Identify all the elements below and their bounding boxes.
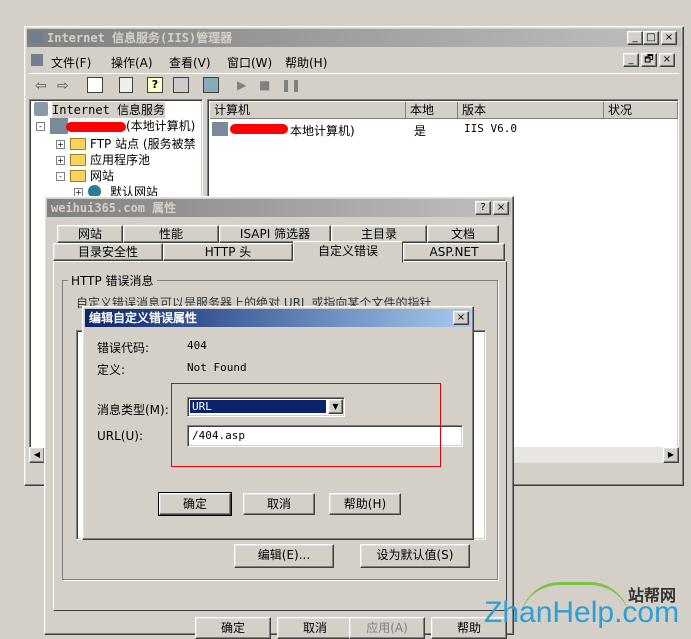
row-server-icon: [212, 122, 228, 136]
tree-expander-computer[interactable]: -: [36, 122, 45, 131]
tree-expander-websites[interactable]: -: [56, 172, 65, 181]
scroll-right-icon[interactable]: ▶: [663, 447, 679, 463]
iis-root-icon: [34, 102, 48, 116]
tab-documents[interactable]: 文档: [427, 225, 499, 243]
tab-custom-errors[interactable]: 自定义错误: [293, 241, 403, 263]
tab-directory-security[interactable]: 目录安全性: [53, 243, 163, 261]
col-header-version[interactable]: 版本: [458, 102, 604, 119]
row-redaction-mark: [230, 124, 288, 134]
highlight-box: [171, 383, 441, 467]
menu-view[interactable]: 查看(V): [169, 54, 211, 71]
col-header-status[interactable]: 状况: [604, 102, 678, 119]
col-header-local[interactable]: 本地: [406, 102, 458, 119]
col-header-computer[interactable]: 计算机: [210, 102, 406, 119]
edit-help-button[interactable]: 帮助(H): [329, 493, 401, 515]
set-default-button[interactable]: 设为默认值(S): [360, 544, 470, 568]
ftp-folder-icon: [70, 138, 86, 150]
menu-file[interactable]: 文件(F): [51, 54, 91, 71]
url-label: URL(U):: [97, 429, 143, 443]
app-icon: [30, 31, 43, 44]
pause-icon[interactable]: ❚❚: [281, 78, 301, 92]
row-computer[interactable]: 本地计算机): [290, 122, 355, 139]
definition-value: Not Found: [187, 361, 247, 374]
tree-root[interactable]: Internet 信息服务: [52, 102, 166, 118]
forward-icon[interactable]: ⇨: [57, 78, 69, 94]
row-version: IIS V6.0: [464, 122, 517, 135]
websites-folder-icon: [70, 170, 86, 182]
main-title: Internet 信息服务(IIS)管理器: [47, 31, 233, 45]
props-ok-button[interactable]: 确定: [195, 617, 271, 639]
edit-title: 编辑自定义错误属性: [89, 311, 198, 325]
edit-cancel-button[interactable]: 取消: [243, 493, 315, 515]
error-code-value: 404: [187, 339, 207, 352]
back-icon[interactable]: ⇦: [35, 78, 47, 94]
menu-bar: 文件(F) 操作(A) 查看(V) 窗口(W) 帮助(H) _ 🗗 ×: [29, 51, 679, 71]
export-icon[interactable]: [119, 77, 133, 93]
props-apply-button[interactable]: 应用(A): [349, 617, 425, 639]
stop-icon[interactable]: ■: [259, 78, 270, 92]
menu-window[interactable]: 窗口(W): [227, 54, 272, 71]
main-title-bar: Internet 信息服务(IIS)管理器: [27, 29, 681, 47]
tree-apppools[interactable]: 应用程序池: [90, 152, 150, 168]
props-cancel-button[interactable]: 取消: [277, 617, 353, 639]
minimize-button[interactable]: _: [627, 31, 643, 45]
edit-title-bar: 编辑自定义错误属性: [85, 309, 471, 327]
row-local: 是: [414, 124, 427, 138]
tab-http-headers[interactable]: HTTP 头: [163, 243, 293, 261]
edit-close-button[interactable]: ×: [453, 311, 469, 325]
http-errors-group-label: HTTP 错误消息: [68, 272, 157, 289]
apppool-folder-icon: [70, 154, 86, 166]
props-help-button[interactable]: ?: [475, 201, 491, 215]
help-icon[interactable]: ?: [147, 77, 163, 93]
props-title: weihui365.com 属性: [51, 201, 177, 215]
watermark-brand: ZhanHelp.com: [484, 596, 680, 629]
tree-computer[interactable]: (本地计算机): [126, 118, 195, 134]
mdi-restore-button[interactable]: 🗗: [641, 53, 657, 67]
console-icon[interactable]: [173, 77, 189, 93]
edit-ok-button[interactable]: 确定: [158, 492, 232, 516]
menu-action[interactable]: 操作(A): [111, 54, 153, 71]
tab-website[interactable]: 网站: [57, 225, 123, 243]
tree-websites[interactable]: 网站: [90, 168, 114, 184]
menu-help[interactable]: 帮助(H): [285, 54, 327, 71]
tree-expander-ftp[interactable]: +: [56, 140, 65, 149]
redaction-mark: [66, 122, 126, 132]
props-title-bar: weihui365.com 属性: [47, 199, 511, 217]
props-close-button[interactable]: ×: [493, 201, 509, 215]
tab-aspnet[interactable]: ASP.NET: [403, 243, 505, 261]
maximize-button[interactable]: □: [643, 31, 659, 45]
toolbar: ⇦ ⇨ ? ▶ ■ ❚❚: [29, 73, 679, 97]
error-code-label: 错误代码:: [97, 341, 150, 355]
close-button[interactable]: ×: [661, 31, 677, 45]
tree-ftp[interactable]: FTP 站点 (服务被禁: [90, 136, 196, 152]
definition-label: 定义:: [97, 363, 126, 377]
mdi-close-button[interactable]: ×: [659, 53, 675, 67]
edit-button[interactable]: 编辑(E)...: [234, 544, 334, 568]
tab-performance[interactable]: 性能: [123, 225, 219, 243]
computer-icon[interactable]: [203, 77, 219, 93]
menu-icon: [31, 54, 43, 66]
mdi-minimize-button[interactable]: _: [623, 53, 639, 67]
scroll-left-icon[interactable]: ◀: [29, 447, 45, 463]
tree-toggle-icon[interactable]: [87, 77, 103, 93]
message-type-label: 消息类型(M):: [97, 403, 169, 417]
play-icon[interactable]: ▶: [237, 78, 246, 92]
tree-expander-apppools[interactable]: +: [56, 156, 65, 165]
edit-error-dialog: 编辑自定义错误属性 × 错误代码: 404 定义: Not Found 消息类型…: [82, 306, 474, 540]
